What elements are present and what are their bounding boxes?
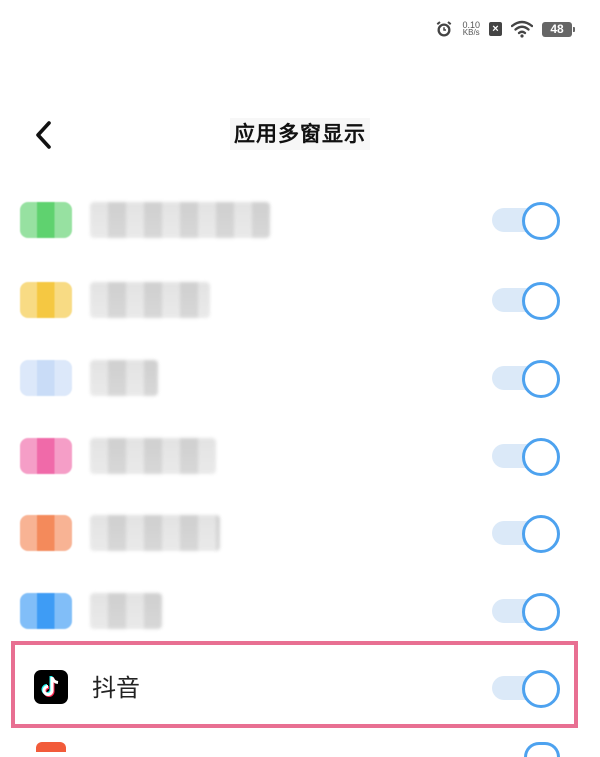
list-item[interactable] [0, 338, 600, 418]
net-speed-indicator: 0.10 KB/s [462, 21, 480, 37]
list-item[interactable] [0, 416, 600, 496]
toggle-knob [522, 515, 560, 553]
app-icon [20, 515, 72, 551]
page-title: 应用多窗显示 [0, 118, 600, 150]
list-item[interactable] [0, 260, 600, 340]
toggle-switch[interactable] [492, 438, 560, 476]
no-sim-icon: × [489, 22, 502, 36]
net-speed-unit: KB/s [462, 28, 480, 37]
toggle-switch[interactable] [492, 360, 560, 398]
toggle-knob [522, 438, 560, 476]
toggle-switch[interactable] [492, 282, 560, 320]
toggle-knob [522, 593, 560, 631]
app-icon [20, 202, 72, 238]
wifi-icon [511, 20, 533, 38]
app-name-redacted [90, 202, 270, 238]
page-title-text: 应用多窗显示 [230, 118, 370, 150]
alarm-icon [435, 20, 453, 38]
app-icon [20, 282, 72, 318]
list-item-partial [0, 740, 600, 757]
toggle-knob [522, 202, 560, 240]
app-name-redacted [90, 282, 210, 318]
list-item[interactable] [0, 571, 600, 651]
toggle-switch[interactable] [492, 202, 560, 240]
battery-icon: 48 [542, 21, 575, 37]
battery-level: 48 [550, 22, 564, 36]
app-name-redacted [90, 438, 216, 474]
toggle-knob [522, 282, 560, 320]
list-item[interactable] [0, 180, 600, 260]
app-icon-partial [36, 742, 66, 752]
list-item[interactable] [0, 493, 600, 573]
toggle-switch[interactable] [492, 593, 560, 631]
status-bar: 0.10 KB/s × 48 [435, 16, 575, 42]
app-icon [20, 360, 72, 396]
app-name-redacted [90, 360, 158, 396]
highlight-box [11, 641, 578, 728]
toggle-knob [522, 360, 560, 398]
app-name-redacted [90, 515, 220, 551]
app-name-redacted [90, 593, 162, 629]
app-icon [20, 593, 72, 629]
app-icon [20, 438, 72, 474]
toggle-switch[interactable] [492, 515, 560, 553]
